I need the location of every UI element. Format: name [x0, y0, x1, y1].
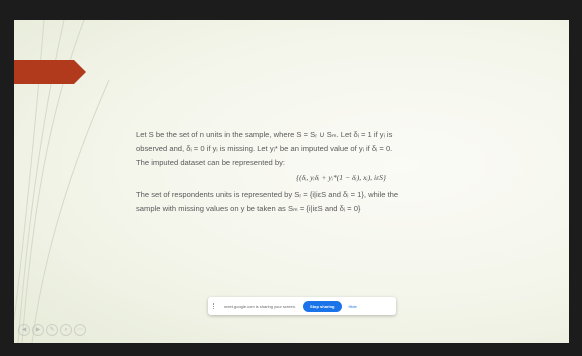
zoom-icon[interactable]: ⌕: [60, 324, 72, 336]
para2-line2: sample with missing values on y be taken…: [136, 204, 361, 213]
slide-body: Let S be the set of n units in the sampl…: [136, 128, 546, 216]
next-slide-icon[interactable]: ▶: [32, 324, 44, 336]
para1-line1: Let S be the set of n units in the sampl…: [136, 130, 393, 139]
paragraph-definition: Let S be the set of n units in the sampl…: [136, 128, 546, 170]
more-options-icon[interactable]: ⋯: [74, 324, 86, 336]
red-arrow-banner: [14, 60, 86, 84]
imputed-dataset-formula: {(δᵢ, yᵢδᵢ + yᵢ*(1 − δᵢ), xᵢ), iεS}: [296, 173, 386, 182]
drag-handle-icon[interactable]: [213, 303, 216, 309]
previous-slide-icon[interactable]: ◀: [18, 324, 30, 336]
screen-share-frame: Let S be the set of n units in the sampl…: [0, 0, 582, 356]
para2-line1: The set of respondents units is represen…: [136, 190, 399, 199]
hide-button[interactable]: Hide: [349, 304, 357, 309]
pen-icon[interactable]: ✎: [46, 324, 58, 336]
para1-line2: observed and, δᵢ = 0 if yᵢ is missing. L…: [136, 144, 393, 153]
para1-line3: The imputed dataset can be represented b…: [136, 158, 286, 167]
slideshow-controls: ◀ ▶ ✎ ⌕ ⋯: [18, 324, 86, 336]
sharing-message: meet.google.com is sharing your screen.: [224, 303, 297, 309]
stop-sharing-button[interactable]: Stop sharing: [303, 300, 342, 312]
presentation-slide: Let S be the set of n units in the sampl…: [14, 20, 569, 343]
paragraph-respondents: The set of respondents units is represen…: [136, 188, 546, 216]
screen-share-bar: meet.google.com is sharing your screen. …: [208, 297, 396, 315]
